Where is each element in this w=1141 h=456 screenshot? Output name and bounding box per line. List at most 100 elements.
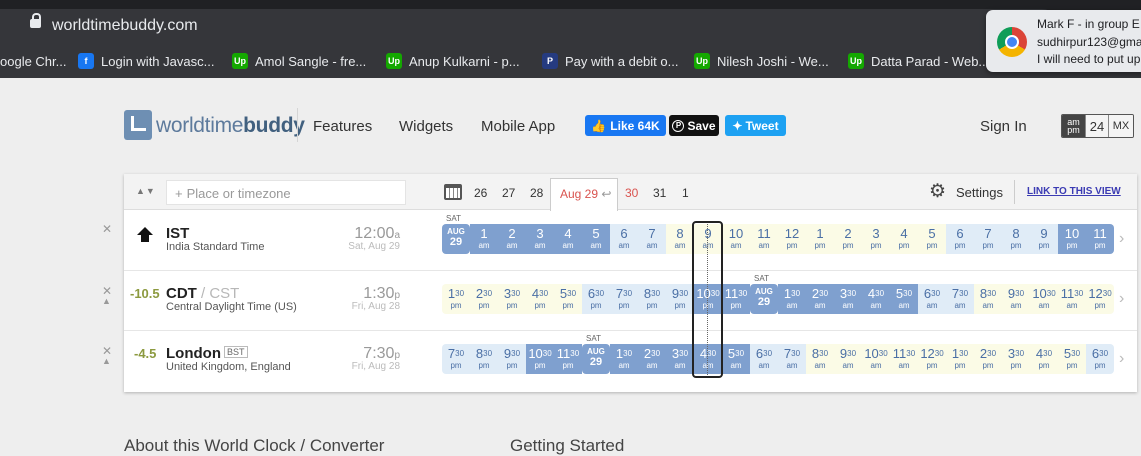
lock-icon[interactable] bbox=[30, 13, 41, 28]
hour-cell[interactable]: 3 pm bbox=[862, 224, 890, 254]
gear-icon[interactable]: ⚙ bbox=[929, 182, 946, 201]
hour-cell[interactable]: 930 am bbox=[1002, 284, 1030, 314]
hour-cell[interactable]: 8 am bbox=[666, 224, 694, 254]
hour-cell[interactable]: 730 am bbox=[778, 344, 806, 374]
bookmark-item[interactable]: Up Anup Kulkarni - p... bbox=[386, 53, 520, 69]
home-zone-icon[interactable] bbox=[137, 227, 153, 235]
sign-in-link[interactable]: Sign In bbox=[980, 118, 1027, 135]
sort-arrows-icon[interactable]: ▲▼ bbox=[136, 186, 156, 196]
hour-cell[interactable]: 1 am bbox=[470, 224, 498, 254]
hour-cell[interactable]: 430 pm bbox=[526, 284, 554, 314]
hour-cell[interactable]: 3 am bbox=[526, 224, 554, 254]
hour-cell[interactable]: 2 pm bbox=[834, 224, 862, 254]
address-bar-url[interactable]: worldtimebuddy.com bbox=[52, 17, 198, 35]
date-28[interactable]: 28 bbox=[530, 186, 543, 200]
hour-cell[interactable]: 630 pm bbox=[582, 284, 610, 314]
link-to-this-view[interactable]: LINK TO THIS VIEW bbox=[1027, 186, 1121, 197]
facebook-like-button[interactable]: 👍 Like 64K bbox=[585, 115, 666, 136]
selected-hour-highlight[interactable] bbox=[692, 221, 723, 378]
hour-cell[interactable]: 4 am bbox=[554, 224, 582, 254]
tweet-button[interactable]: ✦ Tweet bbox=[725, 115, 786, 136]
hour-cell[interactable]: 130 am bbox=[778, 284, 806, 314]
hour-cell[interactable]: 130 am bbox=[610, 344, 638, 374]
hour-cell[interactable]: 330 pm bbox=[1002, 344, 1030, 374]
hour-cell[interactable]: AUG 29 bbox=[582, 344, 610, 374]
nav-widgets[interactable]: Widgets bbox=[399, 118, 453, 135]
hour-cell[interactable]: 530 pm bbox=[1058, 344, 1086, 374]
hour-cell[interactable]: 1230 pm bbox=[1086, 284, 1114, 314]
hour-cell[interactable]: 530 pm bbox=[554, 284, 582, 314]
format-24h-button[interactable]: 24 bbox=[1085, 115, 1108, 137]
bookmark-item[interactable]: Up Datta Parad - Web... bbox=[848, 53, 989, 69]
hour-cell[interactable]: 1130 am bbox=[890, 344, 918, 374]
chevron-right-icon[interactable]: › bbox=[1119, 350, 1124, 368]
hour-cell[interactable]: 930 pm bbox=[498, 344, 526, 374]
hour-cell[interactable]: 1030 pm bbox=[526, 344, 554, 374]
hour-cell[interactable]: 10 am bbox=[722, 224, 750, 254]
hour-cell[interactable]: 730 pm bbox=[610, 284, 638, 314]
hour-cell[interactable]: 2 am bbox=[498, 224, 526, 254]
remove-zone-icon[interactable]: ✕ bbox=[102, 222, 112, 236]
clock-logo-icon[interactable] bbox=[124, 110, 152, 140]
hour-cell[interactable]: 830 pm bbox=[638, 284, 666, 314]
hour-cell[interactable]: 630 am bbox=[918, 284, 946, 314]
date-26[interactable]: 26 bbox=[474, 186, 487, 200]
hour-cell[interactable]: 330 am bbox=[834, 284, 862, 314]
format-ampm-button[interactable]: am pm bbox=[1062, 115, 1085, 137]
hour-cell[interactable]: 330 pm bbox=[498, 284, 526, 314]
hour-cell[interactable]: 5 am bbox=[582, 224, 610, 254]
hour-cell[interactable]: 230 am bbox=[638, 344, 666, 374]
hour-cell[interactable]: 12 pm bbox=[778, 224, 806, 254]
hour-cell[interactable]: 230 pm bbox=[470, 284, 498, 314]
chrome-notification[interactable]: Mark F - in group E sudhirpur123@gmail I… bbox=[986, 10, 1141, 72]
hour-cell[interactable]: 630 am bbox=[750, 344, 778, 374]
hour-cell[interactable]: 4 pm bbox=[890, 224, 918, 254]
date-27[interactable]: 27 bbox=[502, 186, 515, 200]
hour-cell[interactable]: AUG 29 bbox=[442, 224, 470, 254]
bookmark-item[interactable]: P Pay with a debit o... bbox=[542, 53, 678, 69]
hour-cell[interactable]: 7 pm bbox=[974, 224, 1002, 254]
hour-cell[interactable]: 130 pm bbox=[442, 284, 470, 314]
nav-features[interactable]: Features bbox=[313, 118, 372, 135]
bookmark-item[interactable]: oogle Chr... bbox=[0, 53, 67, 69]
hour-cell[interactable]: 730 pm bbox=[442, 344, 470, 374]
selected-date-tab[interactable]: Aug 29 ↩ bbox=[550, 178, 618, 211]
format-mx-button[interactable]: MX bbox=[1108, 115, 1133, 137]
hour-cell[interactable]: 130 pm bbox=[946, 344, 974, 374]
hour-cell[interactable]: 730 am bbox=[946, 284, 974, 314]
hour-cell[interactable]: 11 pm bbox=[1086, 224, 1114, 254]
site-logo[interactable]: worldtimebuddy bbox=[156, 114, 305, 138]
hour-cell[interactable]: 830 am bbox=[974, 284, 1002, 314]
hour-cell[interactable]: 1130 am bbox=[1058, 284, 1086, 314]
hour-cell[interactable]: 630 pm bbox=[1086, 344, 1114, 374]
hour-cell[interactable]: 1 pm bbox=[806, 224, 834, 254]
bookmark-item[interactable]: f Login with Javasc... bbox=[78, 53, 214, 69]
hour-cell[interactable]: 1030 am bbox=[862, 344, 890, 374]
hour-cell[interactable]: 430 am bbox=[862, 284, 890, 314]
chevron-right-icon[interactable]: › bbox=[1119, 290, 1124, 308]
place-search-input[interactable]: + Place or timezone bbox=[166, 180, 406, 205]
hour-cell[interactable]: 6 pm bbox=[946, 224, 974, 254]
nav-mobile-app[interactable]: Mobile App bbox=[481, 118, 555, 135]
hour-cell[interactable]: 230 pm bbox=[974, 344, 1002, 374]
set-home-icon[interactable]: ▲ bbox=[102, 356, 111, 366]
hour-cell[interactable]: 530 am bbox=[890, 284, 918, 314]
hour-cell[interactable]: 830 pm bbox=[470, 344, 498, 374]
hour-cell[interactable]: 9 pm bbox=[1030, 224, 1058, 254]
date-30[interactable]: 30 bbox=[625, 186, 638, 200]
date-1[interactable]: 1 bbox=[682, 186, 689, 200]
hour-cell[interactable]: 7 am bbox=[638, 224, 666, 254]
hour-cell[interactable]: 930 am bbox=[834, 344, 862, 374]
hour-cell[interactable]: 930 pm bbox=[666, 284, 694, 314]
hour-cell[interactable]: 330 am bbox=[666, 344, 694, 374]
set-home-icon[interactable]: ▲ bbox=[102, 296, 111, 306]
bookmark-item[interactable]: Up Nilesh Joshi - We... bbox=[694, 53, 829, 69]
pinterest-save-button[interactable]: P Save bbox=[669, 115, 719, 136]
hour-cell[interactable]: 8 pm bbox=[1002, 224, 1030, 254]
hour-cell[interactable]: 430 pm bbox=[1030, 344, 1058, 374]
calendar-icon[interactable] bbox=[444, 184, 462, 200]
bookmark-item[interactable]: Up Amol Sangle - fre... bbox=[232, 53, 366, 69]
hour-cell[interactable]: 1130 pm bbox=[722, 284, 750, 314]
hour-cell[interactable]: 1130 pm bbox=[554, 344, 582, 374]
hour-cell[interactable]: 5 pm bbox=[918, 224, 946, 254]
